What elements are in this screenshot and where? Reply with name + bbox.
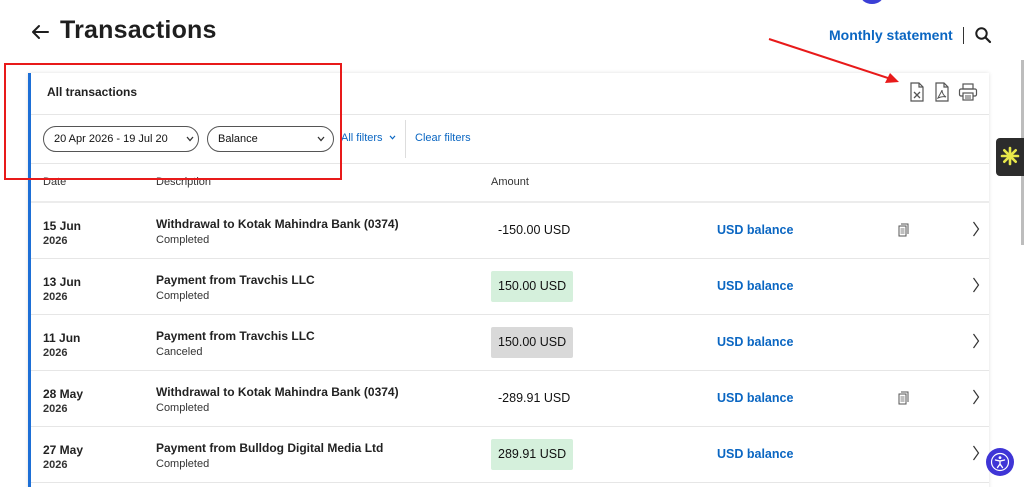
- excel-export-icon[interactable]: [909, 82, 925, 102]
- chevron-right-icon[interactable]: [972, 445, 980, 461]
- search-icon[interactable]: [974, 26, 992, 44]
- chevron-right-icon[interactable]: [972, 221, 980, 237]
- receipt-icon[interactable]: [898, 223, 909, 237]
- pdf-export-icon[interactable]: [934, 82, 950, 102]
- row-amount: -289.91 USD: [498, 391, 571, 405]
- row-status: Completed: [156, 458, 210, 470]
- row-year: 2026: [43, 347, 68, 359]
- side-widget-tab[interactable]: [996, 138, 1024, 176]
- row-status: Completed: [156, 290, 210, 302]
- annotation-highlight-box: [4, 63, 342, 180]
- row-balance-link[interactable]: USD balance: [717, 335, 793, 349]
- accessibility-icon: [990, 452, 1010, 472]
- row-day: 13 Jun: [43, 275, 82, 289]
- table-row[interactable]: 28 May 2026 Withdrawal to Kotak Mahindra…: [31, 371, 989, 427]
- row-day: 15 Jun: [43, 219, 82, 233]
- table-row[interactable]: 13 Jun 2026 Payment from Travchis LLC Co…: [31, 259, 989, 315]
- row-description: Payment from Bulldog Digital Media Ltd: [156, 441, 384, 455]
- table-row[interactable]: 15 Jun 2026 Withdrawal to Kotak Mahindra…: [31, 203, 989, 259]
- chevron-right-icon[interactable]: [972, 333, 980, 349]
- row-status: Completed: [156, 402, 210, 414]
- clear-filters-button[interactable]: Clear filters: [415, 132, 471, 144]
- row-amount: 150.00 USD: [491, 271, 574, 302]
- row-description: Withdrawal to Kotak Mahindra Bank (0374): [156, 217, 399, 231]
- row-balance-link[interactable]: USD balance: [717, 447, 793, 461]
- sparkle-icon: [1000, 146, 1020, 166]
- row-description: Withdrawal to Kotak Mahindra Bank (0374): [156, 385, 399, 399]
- arrow-left-icon[interactable]: [28, 20, 52, 44]
- row-description: Payment from Travchis LLC: [156, 273, 315, 287]
- row-balance-link[interactable]: USD balance: [717, 391, 793, 405]
- chevron-right-icon[interactable]: [972, 277, 980, 293]
- chevron-right-icon[interactable]: [972, 389, 980, 405]
- row-amount: -150.00 USD: [498, 223, 571, 237]
- row-day: 11 Jun: [43, 331, 81, 345]
- row-status: Canceled: [156, 346, 203, 358]
- table-row[interactable]: 11 Jun 2026 Payment from Travchis LLC Ca…: [31, 315, 989, 371]
- all-filters-label: All filters: [341, 132, 383, 144]
- row-year: 2026: [43, 403, 68, 415]
- row-amount: 289.91 USD: [491, 439, 574, 470]
- chevron-down-icon: [389, 135, 396, 140]
- annotation-arrow: [768, 38, 899, 83]
- row-day: 28 May: [43, 387, 84, 401]
- row-year: 2026: [43, 235, 68, 247]
- row-year: 2026: [43, 459, 68, 471]
- page-title: Transactions: [60, 16, 217, 44]
- row-amount: 150.00 USD: [491, 327, 574, 358]
- avatar[interactable]: [860, 0, 884, 4]
- print-icon[interactable]: [958, 83, 978, 101]
- row-balance-link[interactable]: USD balance: [717, 223, 793, 237]
- row-status: Completed: [156, 234, 210, 246]
- row-balance-link[interactable]: USD balance: [717, 279, 793, 293]
- filter-divider: [405, 120, 406, 158]
- table-row[interactable]: 27 May 2026 Payment from Bulldog Digital…: [31, 427, 989, 483]
- column-header-amount: Amount: [491, 176, 529, 188]
- row-description: Payment from Travchis LLC: [156, 329, 315, 343]
- receipt-icon[interactable]: [898, 391, 909, 405]
- header-divider: [963, 27, 964, 44]
- row-year: 2026: [43, 291, 68, 303]
- row-day: 27 May: [43, 443, 84, 457]
- all-filters-button[interactable]: All filters: [341, 132, 396, 144]
- accessibility-button[interactable]: [986, 448, 1014, 476]
